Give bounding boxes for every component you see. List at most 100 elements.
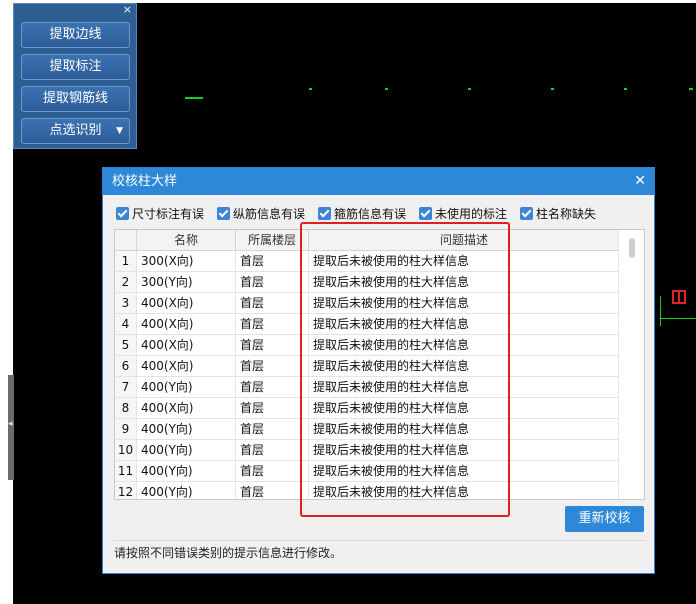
checkbox-checked-icon[interactable] — [520, 207, 533, 220]
row-floor: 首层 — [236, 482, 309, 499]
row-floor: 首层 — [236, 314, 309, 334]
cad-mark — [624, 88, 627, 90]
extract-tool-panel: × 提取边线 提取标注 提取钢筋线 点选识别 ▼ — [13, 3, 137, 149]
chevron-down-icon[interactable]: ▼ — [116, 119, 123, 143]
row-floor: 首层 — [236, 335, 309, 355]
extract-annotation-label: 提取标注 — [49, 59, 102, 74]
row-index: 9 — [115, 419, 137, 439]
table-row[interactable]: 8 400(X向) 首层 提取后未被使用的柱大样信息 — [115, 398, 620, 419]
filter-label: 尺寸标注有误 — [132, 207, 205, 221]
extract-edge-button[interactable]: 提取边线 — [21, 22, 130, 48]
cad-line — [660, 318, 696, 319]
row-floor: 首层 — [236, 293, 309, 313]
row-floor: 首层 — [236, 377, 309, 397]
row-floor: 首层 — [236, 272, 309, 292]
pick-identify-label: 点选识别 — [49, 123, 102, 138]
cad-mark — [309, 88, 312, 90]
cad-mark — [551, 88, 554, 90]
table-row[interactable]: 4 400(X向) 首层 提取后未被使用的柱大样信息 — [115, 314, 620, 335]
table-row[interactable]: 7 400(Y向) 首层 提取后未被使用的柱大样信息 — [115, 377, 620, 398]
row-description: 提取后未被使用的柱大样信息 — [309, 293, 620, 313]
row-description: 提取后未被使用的柱大样信息 — [309, 377, 620, 397]
row-floor: 首层 — [236, 440, 309, 460]
row-description: 提取后未被使用的柱大样信息 — [309, 272, 620, 292]
canvas-left-edge — [0, 0, 13, 604]
divider — [113, 540, 646, 541]
row-description: 提取后未被使用的柱大样信息 — [309, 419, 620, 439]
row-name: 400(Y向) — [137, 377, 236, 397]
row-name: 400(X向) — [137, 356, 236, 376]
table-row[interactable]: 9 400(Y向) 首层 提取后未被使用的柱大样信息 — [115, 419, 620, 440]
extract-annotation-button[interactable]: 提取标注 — [21, 54, 130, 80]
checkbox-checked-icon[interactable] — [116, 207, 129, 220]
row-description: 提取后未被使用的柱大样信息 — [309, 461, 620, 481]
recheck-button[interactable]: 重新校核 — [565, 506, 644, 532]
results-table: 名称 所属楼层 问题描述 1 300(X向) 首层 提取后未被使用的柱大样信息 2 300… — [114, 229, 645, 500]
table-scrollbar[interactable] — [618, 230, 644, 499]
row-name: 400(X向) — [137, 398, 236, 418]
row-name: 400(Y向) — [137, 482, 236, 499]
status-hint: 请按照不同错误类别的提示信息进行修改。 — [114, 546, 343, 560]
row-index: 6 — [115, 356, 137, 376]
row-description: 提取后未被使用的柱大样信息 — [309, 251, 620, 271]
row-index: 8 — [115, 398, 137, 418]
row-index: 7 — [115, 377, 137, 397]
row-index: 10 — [115, 440, 137, 460]
row-name: 400(Y向) — [137, 440, 236, 460]
checkbox-checked-icon[interactable] — [217, 207, 230, 220]
table-row[interactable]: 1 300(X向) 首层 提取后未被使用的柱大样信息 — [115, 251, 620, 272]
table-row[interactable]: 3 400(X向) 首层 提取后未被使用的柱大样信息 — [115, 293, 620, 314]
row-index: 2 — [115, 272, 137, 292]
extract-edge-label: 提取边线 — [49, 27, 102, 42]
extract-rebar-line-label: 提取钢筋线 — [42, 91, 108, 106]
filter-label: 箍筋信息有误 — [334, 207, 407, 221]
column-header-floor[interactable]: 所属楼层 — [236, 230, 309, 250]
row-description: 提取后未被使用的柱大样信息 — [309, 482, 620, 499]
table-row[interactable]: 6 400(X向) 首层 提取后未被使用的柱大样信息 — [115, 356, 620, 377]
cad-mark — [185, 97, 203, 99]
close-icon[interactable]: ✕ — [634, 168, 646, 195]
cad-mark — [385, 88, 388, 90]
row-floor: 首层 — [236, 461, 309, 481]
row-description: 提取后未被使用的柱大样信息 — [309, 335, 620, 355]
row-name: 400(X向) — [137, 314, 236, 334]
column-header-index[interactable] — [115, 230, 137, 250]
table-row[interactable]: 12 400(Y向) 首层 提取后未被使用的柱大样信息 — [115, 482, 620, 499]
table-header: 名称 所属楼层 问题描述 — [115, 230, 620, 251]
row-name: 300(Y向) — [137, 272, 236, 292]
table-row[interactable]: 10 400(Y向) 首层 提取后未被使用的柱大样信息 — [115, 440, 620, 461]
row-description: 提取后未被使用的柱大样信息 — [309, 440, 620, 460]
dialog-titlebar[interactable]: 校核柱大样 ✕ — [103, 168, 654, 195]
row-description: 提取后未被使用的柱大样信息 — [309, 314, 620, 334]
checkbox-checked-icon[interactable] — [419, 207, 432, 220]
panel-close-icon[interactable]: × — [123, 4, 132, 16]
row-description: 提取后未被使用的柱大样信息 — [309, 356, 620, 376]
column-header-name[interactable]: 名称 — [137, 230, 236, 250]
table-row[interactable]: 2 300(Y向) 首层 提取后未被使用的柱大样信息 — [115, 272, 620, 293]
row-floor: 首层 — [236, 398, 309, 418]
cad-line — [660, 296, 671, 326]
filter-label: 纵筋信息有误 — [233, 207, 306, 221]
table-row[interactable]: 5 400(X向) 首层 提取后未被使用的柱大样信息 — [115, 335, 620, 356]
row-name: 400(Y向) — [137, 419, 236, 439]
cad-mark — [689, 88, 693, 90]
row-index: 3 — [115, 293, 137, 313]
row-name: 300(X向) — [137, 251, 236, 271]
check-column-detail-dialog: 校核柱大样 ✕ 尺寸标注有误 纵筋信息有误 箍筋信息有误 未使用的标注 柱名称缺… — [102, 167, 655, 574]
column-header-description[interactable]: 问题描述 — [309, 230, 620, 250]
side-collapse-handle[interactable]: ◂ — [8, 375, 14, 480]
table-row[interactable]: 11 400(Y向) 首层 提取后未被使用的柱大样信息 — [115, 461, 620, 482]
row-index: 5 — [115, 335, 137, 355]
cad-mark — [468, 88, 471, 90]
row-name: 400(Y向) — [137, 461, 236, 481]
row-name: 400(X向) — [137, 293, 236, 313]
extract-rebar-line-button[interactable]: 提取钢筋线 — [21, 86, 130, 112]
row-index: 12 — [115, 482, 137, 499]
row-name: 400(X向) — [137, 335, 236, 355]
pick-identify-button[interactable]: 点选识别 ▼ — [21, 118, 130, 144]
row-description: 提取后未被使用的柱大样信息 — [309, 398, 620, 418]
filter-label: 未使用的标注 — [435, 207, 508, 221]
scrollbar-thumb[interactable] — [629, 238, 635, 258]
checkbox-checked-icon[interactable] — [318, 207, 331, 220]
row-index: 4 — [115, 314, 137, 334]
